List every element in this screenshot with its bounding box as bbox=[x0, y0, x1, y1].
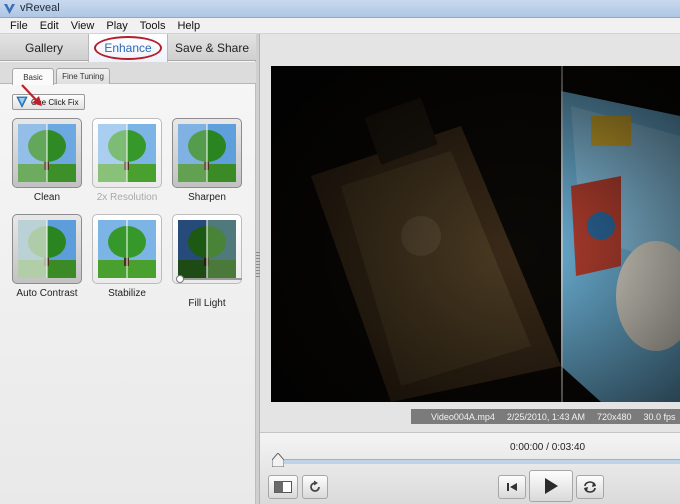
menu-tools[interactable]: Tools bbox=[134, 20, 172, 32]
tree-preview-icon bbox=[18, 220, 76, 278]
preview-panel: Video004A.mp4 2/25/2010, 1:43 AM 720x480… bbox=[260, 34, 680, 504]
tree-preview-icon bbox=[18, 124, 76, 182]
effect-clean-thumb bbox=[12, 118, 82, 188]
window-title: vReveal bbox=[20, 2, 60, 14]
effect-stabilize[interactable]: Stabilize bbox=[92, 214, 162, 299]
tree-preview-icon bbox=[98, 124, 156, 182]
effect-fill-light-thumb bbox=[172, 214, 242, 284]
one-click-fix-label: One Click Fix bbox=[31, 97, 79, 107]
one-click-fix-button[interactable]: One Click Fix bbox=[12, 94, 85, 110]
rotate-button[interactable] bbox=[302, 475, 328, 499]
tree-preview-icon bbox=[98, 220, 156, 278]
menu-view[interactable]: View bbox=[65, 20, 101, 32]
menu-help[interactable]: Help bbox=[171, 20, 206, 32]
video-info-bar: Video004A.mp4 2/25/2010, 1:43 AM 720x480… bbox=[411, 409, 680, 424]
loop-button[interactable] bbox=[576, 475, 604, 499]
tab-gallery[interactable]: Gallery bbox=[0, 34, 88, 61]
enhance-panel: Gallery Enhance Save & Share Basic Fine … bbox=[0, 34, 256, 504]
menu-play[interactable]: Play bbox=[100, 20, 133, 32]
fill-light-slider-knob[interactable] bbox=[176, 275, 184, 283]
title-bar: vReveal bbox=[0, 0, 680, 18]
time-display: 0:00:00 / 0:03:40 bbox=[510, 442, 586, 453]
effect-stabilize-thumb bbox=[92, 214, 162, 284]
effect-sharpen-thumb bbox=[172, 118, 242, 188]
effect-fill-light[interactable]: Fill Light bbox=[172, 214, 242, 309]
effect-clean[interactable]: Clean bbox=[12, 118, 82, 203]
main-tabs: Gallery Enhance Save & Share bbox=[0, 34, 256, 62]
video-resolution: 720x480 bbox=[596, 411, 632, 422]
timeline-track[interactable] bbox=[278, 459, 680, 464]
tree-preview-icon bbox=[178, 124, 236, 182]
tab-enhance[interactable]: Enhance bbox=[88, 34, 168, 62]
effect-2x-resolution[interactable]: 2x Resolution bbox=[92, 118, 162, 203]
loop-icon bbox=[584, 481, 596, 493]
compare-view-button[interactable] bbox=[268, 475, 298, 499]
play-button[interactable] bbox=[529, 470, 573, 502]
tab-save-share[interactable]: Save & Share bbox=[168, 34, 256, 61]
magic-wand-icon bbox=[16, 96, 28, 108]
effect-sharpen[interactable]: Sharpen bbox=[172, 118, 242, 203]
playback-controls: 0:00:00 / 0:03:40 bbox=[260, 432, 680, 504]
vreveal-logo-icon bbox=[4, 4, 15, 14]
menu-file[interactable]: File bbox=[4, 20, 34, 32]
fill-light-slider[interactable] bbox=[176, 275, 242, 283]
tab-fine-tuning[interactable]: Fine Tuning bbox=[56, 68, 110, 84]
sub-tabs: Basic Fine Tuning bbox=[0, 62, 256, 85]
skip-back-icon bbox=[507, 483, 517, 491]
playhead-handle[interactable] bbox=[272, 453, 284, 467]
rotate-icon bbox=[310, 480, 320, 492]
effect-sharpen-label: Sharpen bbox=[188, 192, 226, 203]
menu-edit[interactable]: Edit bbox=[34, 20, 65, 32]
video-preview[interactable] bbox=[271, 66, 680, 402]
menu-bar: File Edit View Play Tools Help bbox=[0, 18, 680, 34]
video-filename: Video004A.mp4 bbox=[431, 411, 495, 422]
video-fps: 30.0 fps bbox=[643, 411, 676, 422]
effect-auto-contrast-thumb bbox=[12, 214, 82, 284]
play-icon bbox=[545, 478, 558, 494]
previous-frame-button[interactable] bbox=[498, 475, 526, 499]
split-view-icon bbox=[274, 481, 292, 493]
tab-basic[interactable]: Basic bbox=[12, 68, 54, 85]
video-frame-image bbox=[271, 66, 680, 402]
effect-fill-light-label: Fill Light bbox=[188, 298, 226, 309]
effect-auto-contrast[interactable]: Auto Contrast bbox=[12, 214, 82, 299]
effect-2x-resolution-thumb bbox=[92, 118, 162, 188]
tree-preview-icon bbox=[178, 220, 236, 278]
video-datetime: 2/25/2010, 1:43 AM bbox=[506, 411, 585, 422]
